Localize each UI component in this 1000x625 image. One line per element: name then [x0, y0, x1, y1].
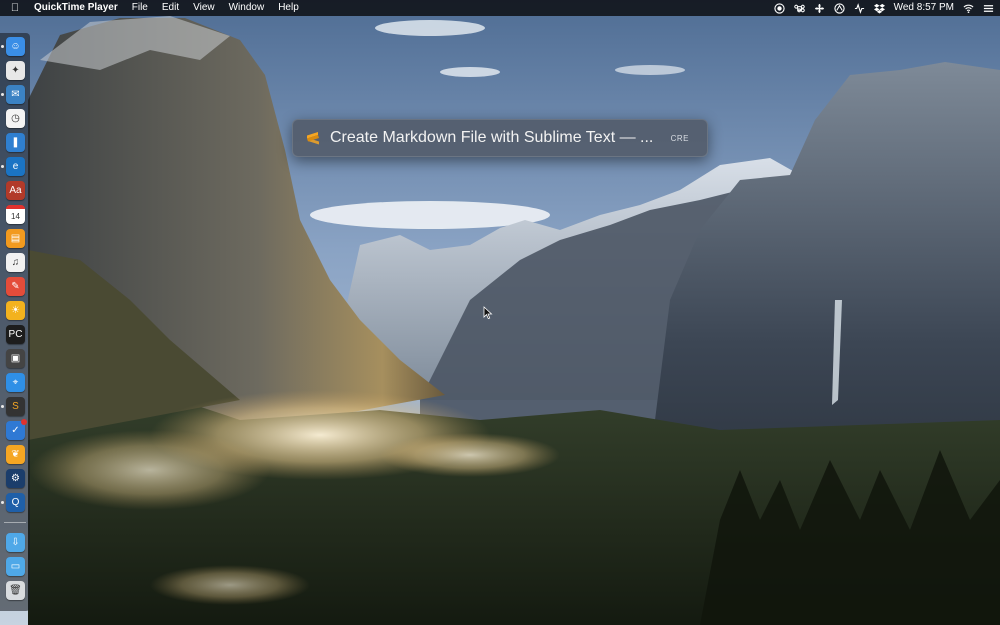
menu-file[interactable]: File — [125, 0, 155, 16]
menu-bar:  QuickTime Player File Edit View Window… — [0, 0, 1000, 16]
fan-icon[interactable] — [814, 3, 825, 14]
books-icon: ▤ — [10, 233, 21, 244]
dock-steam-icon[interactable]: ⚙ — [6, 469, 25, 488]
notification-badge — [21, 419, 27, 425]
menu-help[interactable]: Help — [271, 0, 306, 16]
dock-edge-icon[interactable]: e — [6, 157, 25, 176]
safari-icon: ⌖ — [12, 377, 19, 388]
dock-bookmark-icon[interactable]: ❚ — [6, 133, 25, 152]
desktop-wallpaper — [0, 0, 1000, 625]
dock-calendar-icon[interactable]: 14 — [6, 205, 25, 224]
menu-bar-status-area: Wed 8:57 PM — [773, 0, 994, 16]
wifi-icon[interactable] — [963, 3, 974, 14]
menu-list-icon[interactable] — [983, 3, 994, 14]
box-icon: ▣ — [10, 353, 21, 364]
dock-finder-icon[interactable]: ☺ — [6, 37, 25, 56]
dock-itunes-icon[interactable]: ♫ — [6, 253, 25, 272]
menu-window[interactable]: Window — [222, 0, 272, 16]
alfred-icon[interactable] — [833, 2, 845, 14]
sublime-text-icon: S — [12, 401, 19, 412]
menu-bar-clock[interactable]: Wed 8:57 PM — [894, 0, 954, 16]
menu-edit[interactable]: Edit — [155, 0, 186, 16]
running-indicator — [1, 45, 4, 48]
things-icon: ✓ — [11, 425, 20, 436]
dock-documents-folder-icon[interactable]: ▭ — [6, 557, 25, 576]
weather-icon: ☀ — [11, 305, 20, 316]
trash-icon: 🗑 — [9, 585, 22, 596]
command-icon[interactable] — [793, 3, 805, 14]
dock-sublime-text-icon[interactable]: S — [6, 397, 25, 416]
finder-icon: ☺ — [10, 41, 21, 52]
dock-box-icon[interactable]: ▣ — [6, 349, 25, 368]
pycharm-icon: PC — [8, 329, 23, 340]
dock-dictionary-icon[interactable]: Aa — [6, 181, 25, 200]
downloads-folder-icon: ⇩ — [11, 537, 20, 548]
dock-things-icon[interactable]: ✓ — [6, 419, 27, 440]
dock-clock-icon[interactable]: ◷ — [6, 109, 25, 128]
calendar-icon: 14 — [11, 212, 20, 221]
menu-view[interactable]: View — [186, 0, 222, 16]
running-indicator — [1, 405, 4, 408]
app-menu-quicktime[interactable]: QuickTime Player — [30, 0, 125, 16]
quicktime-icon: Q — [11, 497, 20, 508]
running-indicator — [1, 93, 4, 96]
dock-goodnotes-icon[interactable]: ✎ — [6, 277, 25, 296]
clock-icon: ◷ — [11, 113, 20, 124]
running-indicator — [1, 165, 4, 168]
command-bar[interactable]: Create Markdown File with Sublime Text —… — [292, 119, 708, 157]
steam-icon: ⚙ — [11, 473, 20, 484]
record-icon[interactable] — [773, 2, 785, 14]
command-bar-shortcut-tag: CRE — [670, 133, 689, 143]
dock-tes-icon[interactable]: ❦ — [6, 445, 25, 464]
airmail-icon: ✉ — [11, 89, 20, 100]
documents-folder-icon: ▭ — [10, 561, 21, 572]
dropbox-icon[interactable] — [873, 3, 885, 14]
dock-airmail-icon[interactable]: ✉ — [6, 85, 25, 104]
running-indicator — [1, 501, 4, 504]
command-bar-text: Create Markdown File with Sublime Text —… — [330, 129, 654, 146]
goodnotes-icon: ✎ — [11, 281, 20, 292]
dock-pycharm-icon[interactable]: PC — [6, 325, 25, 344]
activity-icon[interactable] — [854, 2, 865, 14]
mouse-cursor-icon — [483, 306, 493, 320]
itunes-icon: ♫ — [11, 257, 20, 268]
apple-menu-icon[interactable]:  — [0, 2, 30, 14]
sublime-text-icon — [307, 132, 319, 145]
dock-separator — [4, 522, 26, 523]
dock: ☺ ✦ ✉ ◷ ❚ e Aa 14 ▤ ♫ ✎ ☀ PC ▣ ⌖ S ✓ ❦ ⚙ Q ⇩ ▭ 🗑 — [0, 33, 30, 611]
dock-trash-icon[interactable]: 🗑 — [6, 581, 25, 600]
tes-icon: ❦ — [11, 449, 20, 460]
bookmark-icon: ❚ — [11, 137, 20, 148]
dock-safari-icon[interactable]: ⌖ — [6, 373, 25, 392]
dock-quicktime-icon[interactable]: Q — [6, 493, 25, 512]
dock-downloads-folder-icon[interactable]: ⇩ — [6, 533, 25, 552]
dock-weather-icon[interactable]: ☀ — [6, 301, 25, 320]
edge-icon: e — [12, 161, 19, 172]
dictionary-icon: Aa — [9, 185, 22, 196]
dock-launchpad-icon[interactable]: ✦ — [6, 61, 25, 80]
dock-books-icon[interactable]: ▤ — [6, 229, 25, 248]
launchpad-icon: ✦ — [11, 65, 20, 76]
